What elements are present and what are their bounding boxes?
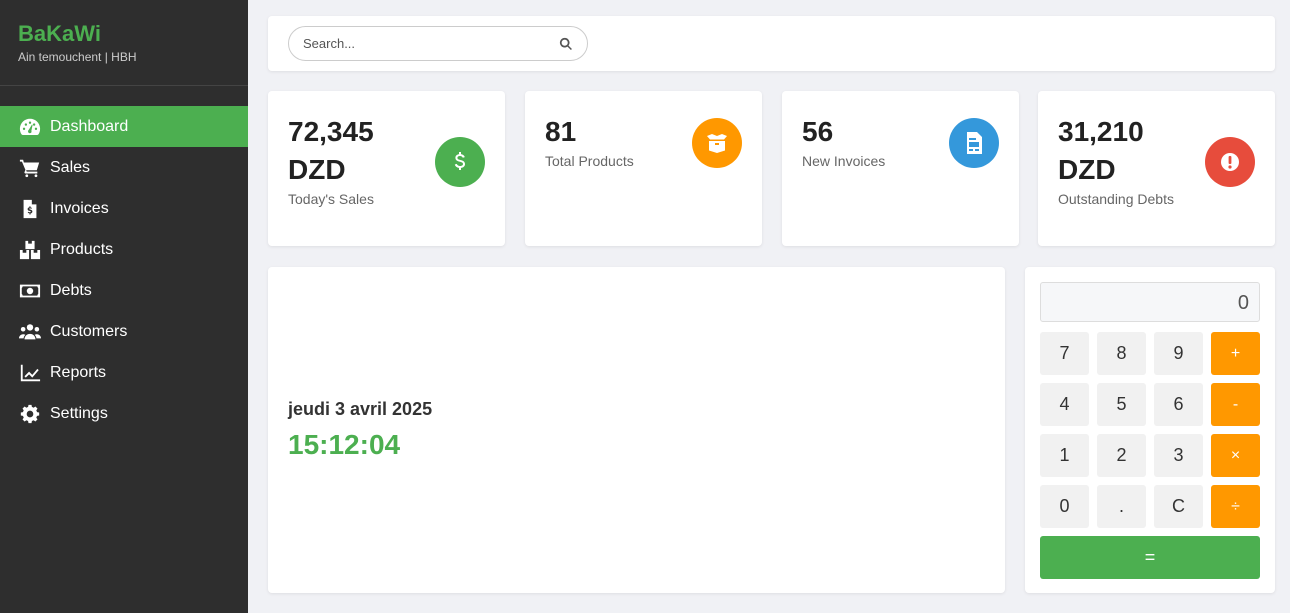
calculator-key-1[interactable]: 1 [1040,434,1089,477]
sidebar-item-debts[interactable]: Debts [0,270,248,311]
sidebar-item-label: Customers [50,322,128,340]
calculator-key-0[interactable]: 0 [1040,485,1089,528]
users-icon [18,321,42,343]
stat-value: 31,210 DZD [1058,116,1144,185]
sidebar-item-label: Products [50,240,114,258]
calculator-key-clear[interactable]: C [1154,485,1203,528]
invoice-icon [18,198,42,220]
calculator-key-divide[interactable]: ÷ [1211,485,1260,528]
calculator-key-plus[interactable]: + [1211,332,1260,375]
current-date: jeudi 3 avril 2025 [288,399,433,419]
calculator: 0 7 8 9 +4 5 6- 1 2 3 × 0. C ÷ = [1025,267,1275,593]
money-bill-icon [18,280,42,302]
sidebar-item-customers[interactable]: Customers [0,311,248,352]
calculator-key-2[interactable]: 2 [1097,434,1146,477]
dashboard-gauge-icon [18,116,42,138]
brand-subtitle: Ain temouchent | HBH [18,50,137,64]
calculator-key-7[interactable]: 7 [1040,332,1089,375]
calculator-key-5[interactable]: 5 [1097,383,1146,426]
sidebar: BaKaWi Ain temouchent | HBH Dashboard Sa… [0,0,248,613]
line-chart-icon [18,362,42,384]
calculator-equals-button[interactable]: = [1040,536,1260,579]
boxes-icon [18,239,42,261]
sidebar-item-label: Settings [50,404,108,422]
calculator-key-multiply[interactable]: × [1211,434,1260,477]
sidebar-item-label: Dashboard [50,117,129,135]
dollar-icon [435,137,485,187]
file-invoice-icon [949,118,999,168]
box-open-icon [692,118,742,168]
calculator-key-9[interactable]: 9 [1154,332,1203,375]
calculator-key-4[interactable]: 4 [1040,383,1089,426]
stat-value: 72,345 DZD [288,116,374,185]
sidebar-item-sales[interactable]: Sales [0,147,248,188]
stat-value: 81 [545,116,577,147]
sidebar-item-label: Debts [50,281,92,299]
sidebar-item-label: Invoices [50,199,109,217]
stat-card-sales: 72,345 DZD Today's Sales [268,91,505,246]
calculator-key-decimal[interactable]: . [1097,485,1146,528]
sidebar-item-reports[interactable]: Reports [0,352,248,393]
current-time: 15:12:04 [288,429,401,460]
sidebar-item-label: Sales [50,158,91,176]
stat-card-debts: 31,210 DZD Outstanding Debts [1038,91,1275,246]
calculator-key-minus[interactable]: - [1211,383,1260,426]
calculator-key-3[interactable]: 3 [1154,434,1203,477]
shopping-cart-icon [18,157,42,179]
sidebar-item-products[interactable]: Products [0,229,248,270]
clock-panel: jeudi 3 avril 2025 15:12:04 [268,267,1005,593]
stat-label: Today's Sales [288,191,374,207]
gear-icon [18,403,42,425]
stat-card-invoices: 56 New Invoices [782,91,1019,246]
search-box [288,26,588,61]
search-icon[interactable] [559,37,573,51]
top-bar [268,16,1275,71]
sidebar-item-settings[interactable]: Settings [0,393,248,434]
sidebar-item-dashboard[interactable]: Dashboard [0,106,248,147]
brand-name: BaKaWi [18,21,101,46]
sidebar-item-label: Reports [50,363,107,381]
brand: BaKaWi Ain temouchent | HBH [0,0,248,86]
sidebar-item-invoices[interactable]: Invoices [0,188,248,229]
stat-card-products: 81 Total Products [525,91,762,246]
calculator-key-6[interactable]: 6 [1154,383,1203,426]
calculator-display: 0 [1040,282,1260,322]
sidebar-nav: Dashboard Sales Invoices Products Debts [0,106,248,434]
stat-value: 56 [802,116,834,147]
search-input[interactable] [303,36,559,51]
exclamation-icon [1205,137,1255,187]
stat-label: Outstanding Debts [1058,191,1174,207]
calculator-key-8[interactable]: 8 [1097,332,1146,375]
